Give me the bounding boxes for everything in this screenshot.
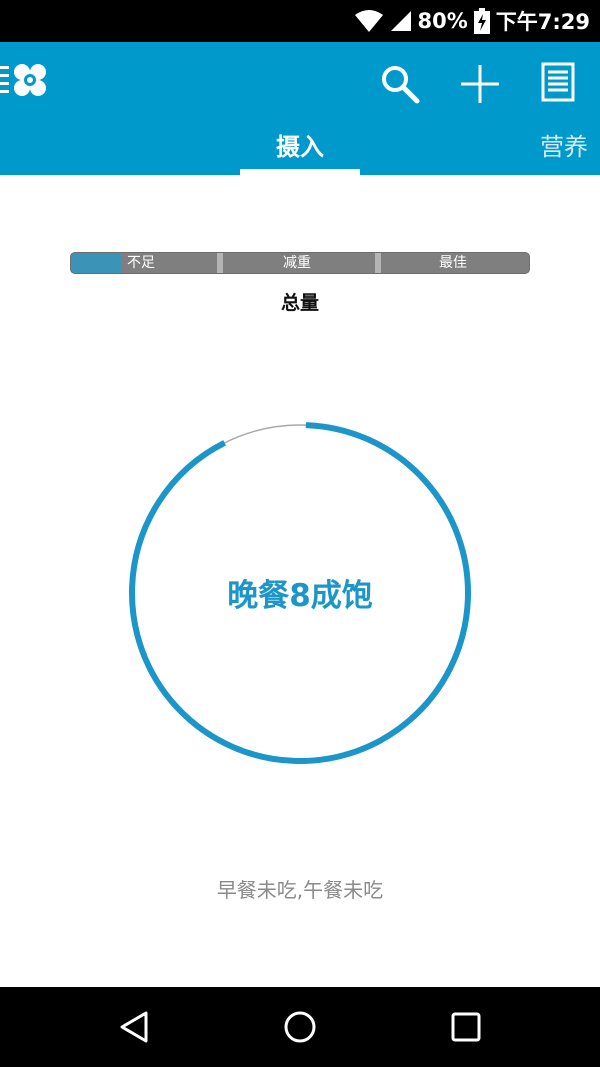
segment-label-insufficient: 不足: [127, 255, 155, 271]
tab-nutrition-label: 营养: [540, 133, 588, 161]
back-triangle-icon: [116, 1009, 152, 1045]
add-button[interactable]: [458, 62, 502, 106]
tab-intake-label: 摄入: [276, 133, 324, 161]
signal-icon: [390, 10, 412, 32]
intake-level-bar: 不足 减重 最佳: [70, 252, 530, 274]
document-list-icon: [540, 62, 584, 102]
segment-divider: [217, 253, 223, 273]
fullness-text: 晚餐8成饱: [227, 578, 373, 614]
meals-status-text: 早餐未吃,午餐未吃: [216, 878, 384, 902]
wifi-icon: [354, 9, 384, 33]
home-circle-icon: [282, 1009, 318, 1045]
recents-button[interactable]: [448, 1009, 484, 1045]
home-button[interactable]: [282, 1009, 318, 1045]
segment-label-optimal: 最佳: [439, 255, 467, 271]
battery-charging-icon: [473, 8, 490, 34]
status-time: 下午7:29: [495, 10, 590, 34]
plus-icon: [458, 62, 502, 106]
tab-nutrition[interactable]: 营养: [520, 128, 600, 175]
search-icon: [378, 62, 422, 106]
status-indicators: 80% 下午7:29: [354, 0, 590, 42]
segment-label-weight-loss: 减重: [283, 255, 311, 271]
segment-divider: [375, 253, 381, 273]
tab-intake[interactable]: 摄入: [240, 128, 360, 175]
battery-percent: 80%: [417, 9, 468, 33]
back-button[interactable]: [116, 1009, 152, 1045]
app-bar: 摄入 营养: [0, 42, 600, 175]
intake-level-caption: 总量: [280, 292, 319, 314]
system-nav-bar: [0, 987, 600, 1067]
list-button[interactable]: [540, 62, 584, 106]
search-button[interactable]: [378, 62, 422, 106]
intake-level-fill: [71, 253, 122, 273]
recents-square-icon: [448, 1009, 484, 1045]
status-bar: 80% 下午7:29: [0, 0, 600, 42]
clover-list-icon[interactable]: [0, 60, 52, 108]
tab-selected-indicator: [240, 169, 360, 175]
